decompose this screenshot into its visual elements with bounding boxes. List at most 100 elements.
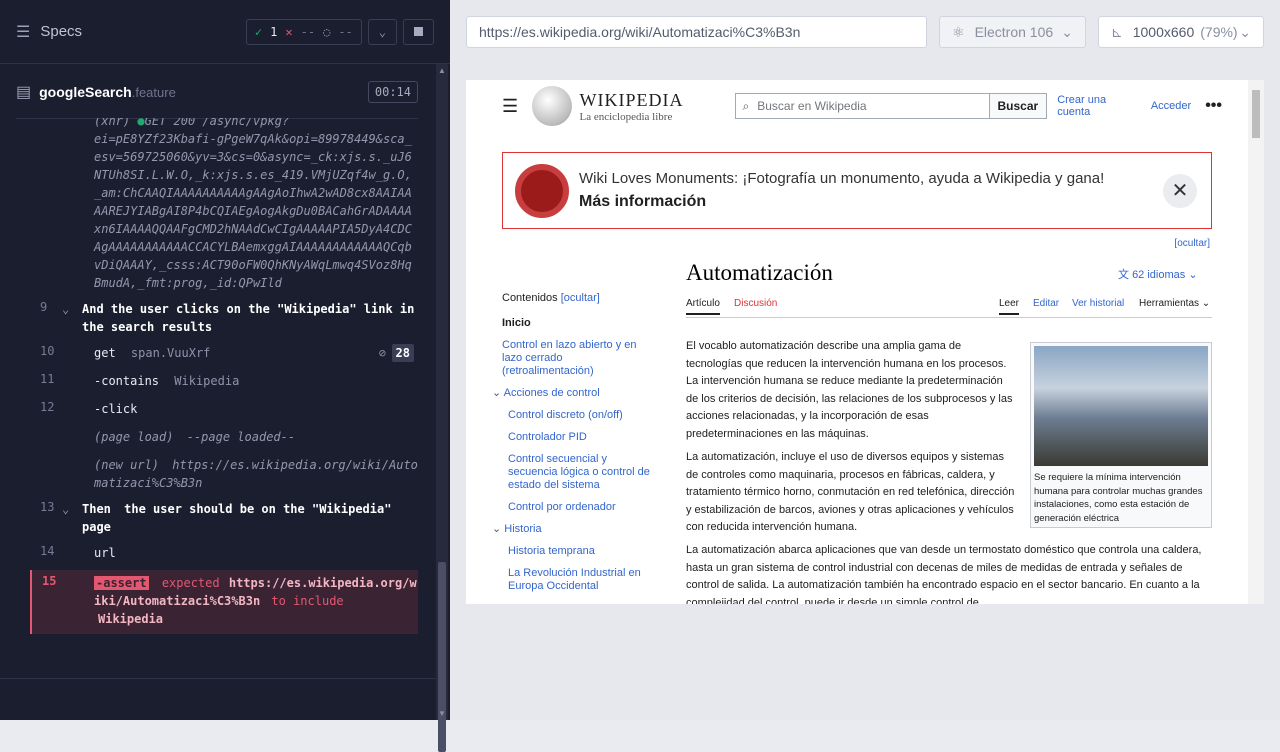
toc-item[interactable]: Historia [504,523,541,535]
close-icon: ✕ [1171,180,1189,202]
command-name: -click [94,402,138,416]
toc-item[interactable]: Control en lazo abierto y en lazo cerrad… [502,339,652,378]
wikipedia-wordmark[interactable]: WIKIPEDIA La enciclopedia libre [580,90,684,123]
command-row[interactable]: 14 url [30,544,418,562]
step-row[interactable]: 9 ⌄ And the user clicks on the "Wikipedi… [30,300,418,336]
toc-item[interactable]: Control discreto (on/off) [508,409,652,422]
command-name: url [94,546,116,560]
eye-slash-icon: ⊘ [378,346,386,360]
step-keyword: And [82,302,104,316]
browser-selector[interactable]: ⚛ Electron 106 ⌄ [939,16,1086,48]
step-row[interactable]: 13 ⌄ Then the user should be on the "Wik… [30,500,418,536]
event-row[interactable]: (page load) --page loaded-- [30,428,418,446]
xhr-url: ei=pE8YZf23Kbafi-gPgeW7qAk&opi=89978449&… [94,132,412,290]
toc-item[interactable]: La Revolución Industrial en Europa Occid… [508,567,652,593]
toc-item[interactable]: Control por ordenador [508,501,652,514]
spec-file-header: ▤ googleSearch .feature 00:14 [16,76,418,108]
close-banner-button[interactable]: ✕ [1163,173,1197,208]
toc-item[interactable]: Controlador PID [508,431,652,444]
electron-icon: ⚛ [952,23,965,40]
app-preview-panel: https://es.wikipedia.org/wiki/Automatiza… [450,0,1280,720]
create-account-link[interactable]: Crear una cuenta [1057,94,1141,118]
toc-item[interactable]: Acciones de control [504,387,600,399]
cypress-runner-panel: ☰ Specs ✓ 1 ✕ -- ◌ -- ⌄ ▤ googleSearch .… [0,0,450,752]
command-log-scrollbar[interactable]: ▲ ▼ [436,64,448,752]
aut-iframe[interactable]: ☰ WIKIPEDIA La enciclopedia libre ⌕ Busc… [466,80,1264,604]
command-row[interactable]: 11 -contains Wikipedia [30,372,418,390]
chevron-down-icon[interactable]: ⌄ [492,523,501,535]
spec-file-name: googleSearch [39,84,132,100]
translate-icon: 文 [1118,269,1129,281]
more-options-icon[interactable]: ••• [1205,97,1222,115]
specs-label[interactable]: Specs [40,23,246,40]
test-stats: ✓ 1 ✕ -- ◌ -- [245,18,362,45]
command-arg: Wikipedia [174,374,240,388]
element-count-badge: 28 [391,344,414,362]
scroll-up-icon[interactable]: ▲ [438,66,446,75]
command-name: get [94,346,116,360]
iframe-scrollbar[interactable] [1248,80,1264,604]
chevron-down-button[interactable]: ⌄ [367,18,397,45]
scrollbar-thumb[interactable] [1252,90,1260,138]
toc-label: Contenidos [502,292,558,304]
tab-edit[interactable]: Editar [1033,298,1059,309]
chevron-down-icon[interactable]: ⌄ [492,387,501,399]
viewport-zoom: (79%) [1200,24,1238,40]
article-tabs: Artículo Discusión Leer Editar Ver histo… [686,296,1212,318]
toc-item[interactable]: Historia temprana [508,545,652,558]
pending-icon: ◌ [323,24,331,39]
viewport-selector[interactable]: ⊾ 1000x660 (79%) ⌄ [1098,16,1264,48]
xhr-line: GET 200 /async/vpkg? [144,118,290,128]
tab-tools[interactable]: Herramientas ⌄ [1139,298,1210,309]
languages-count: 62 idiomas [1132,269,1186,281]
hamburger-menu-icon[interactable]: ☰ [502,96,518,117]
tab-discussion[interactable]: Discusión [734,298,777,309]
power-station-image[interactable] [1034,346,1208,466]
languages-button[interactable]: 文 62 idiomas ⌄ [1118,266,1198,282]
tab-history[interactable]: Ver historial [1072,298,1124,309]
line-number: 9 [40,300,48,314]
scroll-down-icon[interactable]: ▼ [438,709,446,718]
command-log[interactable]: (xhr) ●GET 200 /async/vpkg? ei=pE8YZf23K… [30,118,418,668]
line-number: 12 [40,400,55,414]
wiki-search-button[interactable]: Buscar [989,93,1048,119]
banner-more-link[interactable]: Más información [579,193,1163,211]
login-link[interactable]: Acceder [1151,100,1191,112]
line-number: 15 [42,574,57,588]
scrollbar-thumb[interactable] [438,562,446,752]
xhr-status-icon: ● [137,118,145,128]
stop-button[interactable] [403,18,434,45]
toc-item[interactable]: Control secuencial y secuencia lógica o … [508,453,652,492]
specs-list-icon[interactable]: ☰ [16,22,30,42]
monument-logo [515,163,569,218]
passed-icon: ✓ [254,24,263,39]
run-timer: 00:14 [367,81,418,103]
viewport-size: 1000x660 [1132,24,1195,40]
table-of-contents: Contenidos [ocultar] Inicio Control en l… [492,292,652,602]
step-text: the user clicks on the "Wikipedia" link … [82,302,415,334]
event-name: (page load) [94,430,174,444]
tab-read[interactable]: Leer [999,298,1020,315]
wikipedia-globe-logo[interactable] [532,86,572,126]
event-message: --page loaded-- [186,430,296,444]
line-number: 13 [40,500,55,514]
toc-hide-link[interactable]: [ocultar] [561,292,600,304]
command-name: -contains [94,374,160,388]
assert-expected: expected [161,576,220,590]
chevron-down-icon: ⌄ [62,302,70,316]
wiki-search-input[interactable]: ⌕ Buscar en Wikipedia [735,93,990,119]
event-row[interactable]: (new url) https://es.wikipedia.org/wiki/… [30,456,418,492]
wiki-loves-monuments-banner: Wiki Loves Monuments: ¡Fotografía un mon… [502,152,1212,229]
failed-count: -- [300,24,316,39]
toc-item[interactable]: Inicio [502,317,652,330]
hide-link[interactable]: [ocultar] [1174,238,1210,249]
tab-article[interactable]: Artículo [686,298,720,315]
article-thumbnail[interactable]: Se requiere la mínima intervención human… [1030,342,1212,528]
command-row[interactable]: 12 -click [30,400,418,418]
xhr-prefix: (xhr) [94,118,131,128]
wikipedia-header: ☰ WIKIPEDIA La enciclopedia libre ⌕ Busc… [502,86,1222,126]
failed-assert-row[interactable]: 15 -assert expected https://es.wikipedia… [30,570,418,634]
command-row[interactable]: 10 get span.VuuXrf ⊘ 28 [30,344,418,364]
aut-url-bar[interactable]: https://es.wikipedia.org/wiki/Automatiza… [466,16,927,48]
chevron-down-icon: ⌄ [378,24,386,39]
